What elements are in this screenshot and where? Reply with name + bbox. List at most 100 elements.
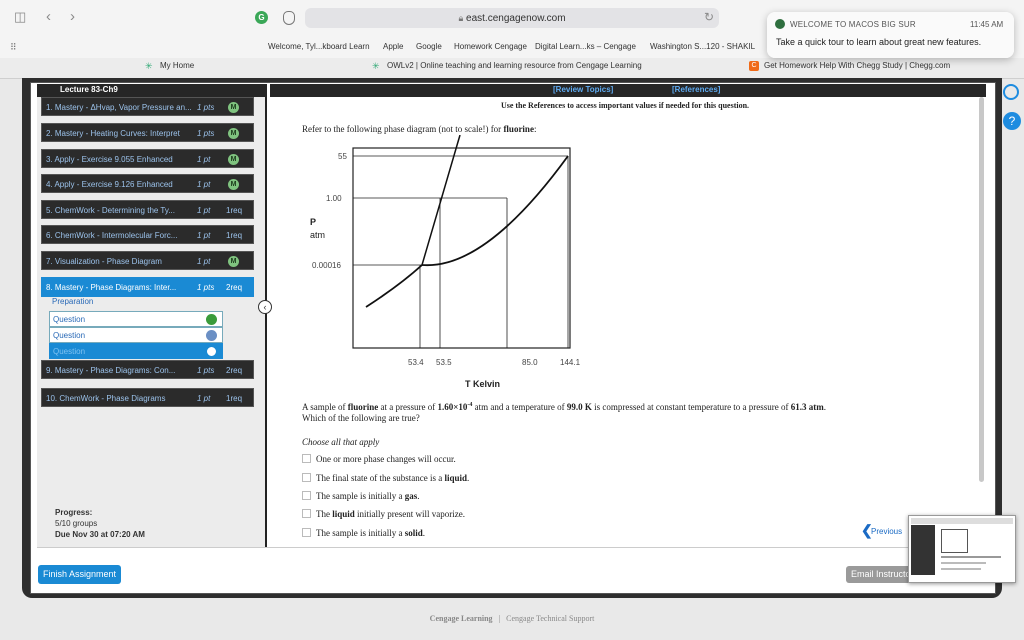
bottom-divider bbox=[37, 547, 988, 548]
grid-icon[interactable]: ⠿ bbox=[10, 42, 17, 53]
option-2[interactable]: The final state of the substance is a li… bbox=[302, 473, 469, 483]
use-references-note: Use the References to access important v… bbox=[500, 101, 750, 110]
tab-chegg[interactable]: Get Homework Help With Chegg Study | Che… bbox=[764, 61, 950, 70]
url-text: east.cengagenow.com bbox=[466, 13, 566, 24]
sidebar-header: Lecture 83-Ch9 bbox=[37, 84, 267, 97]
item-pts: 1 pts bbox=[197, 283, 215, 292]
loading-icon: ✳︎ bbox=[372, 61, 380, 71]
sidebar-item-3[interactable]: 3. Apply - Exercise 9.055 Enhanced 1 pt M bbox=[41, 149, 254, 168]
favorite-link[interactable]: Homework Cengage bbox=[454, 42, 527, 51]
notification-time: 11:45 AM bbox=[970, 20, 1004, 29]
macos-icon bbox=[775, 19, 785, 29]
sub-preparation[interactable]: Preparation bbox=[49, 297, 223, 307]
sidebar-toggle-icon[interactable]: ◫ bbox=[14, 9, 26, 25]
item-label: 8. Mastery - Phase Diagrams: Inter... bbox=[46, 283, 177, 292]
sidebar-item-5[interactable]: 5. ChemWork - Determining the Ty... 1 pt 1… bbox=[41, 200, 254, 219]
item-label: 4. Apply - Exercise 9.126 Enhanced bbox=[46, 180, 173, 189]
finish-assignment-button[interactable]: Finish Assignment bbox=[38, 565, 121, 584]
item-label: 1. Mastery - ΔHvap, Vapor Pressure an... bbox=[46, 103, 192, 112]
reload-icon[interactable]: ↻ bbox=[704, 10, 714, 24]
privacy-shield-icon[interactable] bbox=[283, 11, 295, 25]
item-pts: 1 pt bbox=[197, 394, 211, 403]
tab-my-home[interactable]: My Home bbox=[160, 61, 194, 70]
sidebar-item-6[interactable]: 6. ChemWork - Intermolecular Forc... 1 pt… bbox=[41, 225, 254, 244]
item-pts: 1 pt bbox=[197, 231, 211, 240]
help-icon[interactable]: ? bbox=[1003, 112, 1021, 130]
item-label: 2. Mastery - Heating Curves: Interpret bbox=[46, 129, 180, 138]
favorite-link[interactable]: Apple bbox=[383, 42, 403, 51]
footer-cengage[interactable]: Cengage Learning bbox=[430, 614, 493, 623]
sidebar-item-1[interactable]: 1. Mastery - ΔHvap, Vapor Pressure an...… bbox=[41, 97, 254, 116]
sub-question-1[interactable]: Question bbox=[49, 311, 223, 327]
check-icon bbox=[206, 314, 217, 325]
favorite-link[interactable]: Welcome, Tyl...kboard Learn bbox=[268, 42, 370, 51]
sidebar-item-9[interactable]: 9. Mastery - Phase Diagrams: Con... 1 pts… bbox=[41, 360, 254, 379]
xlabel: T Kelvin bbox=[465, 379, 500, 389]
sidebar-item-10[interactable]: 10. ChemWork - Phase Diagrams 1 pt 1req bbox=[41, 388, 254, 407]
mastery-badge-icon: M bbox=[228, 102, 239, 113]
grammarly-icon[interactable]: G bbox=[255, 11, 268, 24]
item-pts: 1 pt bbox=[197, 180, 211, 189]
diagram-frame bbox=[352, 147, 571, 349]
sidebar-item-7[interactable]: 7. Visualization - Phase Diagram 1 pt M bbox=[41, 251, 254, 270]
back-icon[interactable]: ‹ bbox=[46, 8, 51, 25]
current-icon bbox=[206, 346, 217, 357]
choose-all: Choose all that apply bbox=[302, 437, 380, 447]
item-pts: 1 pts bbox=[197, 366, 215, 375]
xtick-53-5: 53.5 bbox=[436, 358, 452, 367]
checkbox[interactable] bbox=[302, 454, 311, 463]
review-topics-link[interactable]: [Review Topics] bbox=[553, 85, 613, 94]
references-link[interactable]: [References] bbox=[672, 85, 720, 94]
screenshot-thumbnail[interactable] bbox=[908, 515, 1016, 583]
previous-button[interactable]: Previous bbox=[871, 527, 902, 536]
footer: Cengage Learning | Cengage Technical Sup… bbox=[0, 614, 1024, 623]
option-4[interactable]: The liquid initially present will vapori… bbox=[302, 509, 465, 519]
favorite-link[interactable]: Washington S...120 - SHAKIL bbox=[650, 42, 755, 51]
xtick-53-4: 53.4 bbox=[408, 358, 424, 367]
option-5[interactable]: The sample is initially a solid. bbox=[302, 528, 425, 538]
chegg-icon: C bbox=[749, 61, 759, 71]
item-pts: 1 pt bbox=[197, 257, 211, 266]
tab-owlv2[interactable]: OWLv2 | Online teaching and learning res… bbox=[387, 61, 642, 70]
question-line-2: Which of the following are true? bbox=[302, 413, 420, 423]
sub-label: Question bbox=[53, 347, 86, 356]
ytick-triple: 0.00016 bbox=[312, 261, 341, 270]
forward-icon[interactable]: › bbox=[70, 8, 75, 25]
sidebar-item-8-active[interactable]: 8. Mastery - Phase Diagrams: Inter... 1 p… bbox=[41, 277, 254, 297]
checkbox[interactable] bbox=[302, 491, 311, 500]
notification-body: Take a quick tour to learn about great n… bbox=[776, 37, 982, 47]
option-1[interactable]: One or more phase changes will occur. bbox=[302, 454, 456, 464]
sub-label: Question bbox=[53, 331, 86, 340]
collapse-sidebar-icon[interactable]: ‹ bbox=[258, 300, 272, 314]
item-pts: 1 pt bbox=[197, 155, 211, 164]
footer-separator: | bbox=[498, 614, 501, 623]
item-label: 6. ChemWork - Intermolecular Forc... bbox=[46, 231, 178, 240]
mastery-badge-icon: M bbox=[228, 179, 239, 190]
favorite-link[interactable]: Google bbox=[416, 42, 442, 51]
email-instructor-button[interactable]: Email Instructor bbox=[846, 566, 916, 583]
sub-question-3-active[interactable]: Question bbox=[49, 343, 223, 359]
item-pts: 1 pts bbox=[197, 129, 215, 138]
notification[interactable]: WELCOME TO MACOS BIG SUR 11:45 AM Take a… bbox=[767, 12, 1014, 58]
checkbox[interactable] bbox=[302, 473, 311, 482]
checkbox[interactable] bbox=[302, 509, 311, 518]
item-req: 2req bbox=[226, 366, 243, 375]
progress-value: 5/10 groups bbox=[55, 519, 98, 528]
favorite-link[interactable]: Digital Learn...ks – Cengage bbox=[535, 42, 636, 51]
mastery-badge-icon: M bbox=[228, 128, 239, 139]
address-bar[interactable]: 🔒︎ east.cengagenow.com bbox=[305, 8, 719, 28]
item-req: 1req bbox=[226, 231, 243, 240]
sublimation-curve bbox=[365, 264, 423, 308]
item-label: 7. Visualization - Phase Diagram bbox=[46, 257, 162, 266]
scrollbar[interactable] bbox=[979, 97, 984, 482]
sidebar-item-4[interactable]: 4. Apply - Exercise 9.126 Enhanced 1 pt M bbox=[41, 174, 254, 193]
support-icon[interactable] bbox=[1003, 84, 1019, 100]
checkbox[interactable] bbox=[302, 528, 311, 537]
option-3[interactable]: The sample is initially a gas. bbox=[302, 491, 420, 501]
sub-label: Question bbox=[53, 315, 86, 324]
intro-text: Refer to the following phase diagram (no… bbox=[302, 124, 537, 134]
footer-support[interactable]: Cengage Technical Support bbox=[506, 614, 594, 623]
sub-question-2[interactable]: Question bbox=[49, 327, 223, 343]
sidebar-item-2[interactable]: 2. Mastery - Heating Curves: Interpret 1 … bbox=[41, 123, 254, 142]
due-date: Due Nov 30 at 07:20 AM bbox=[55, 530, 145, 539]
